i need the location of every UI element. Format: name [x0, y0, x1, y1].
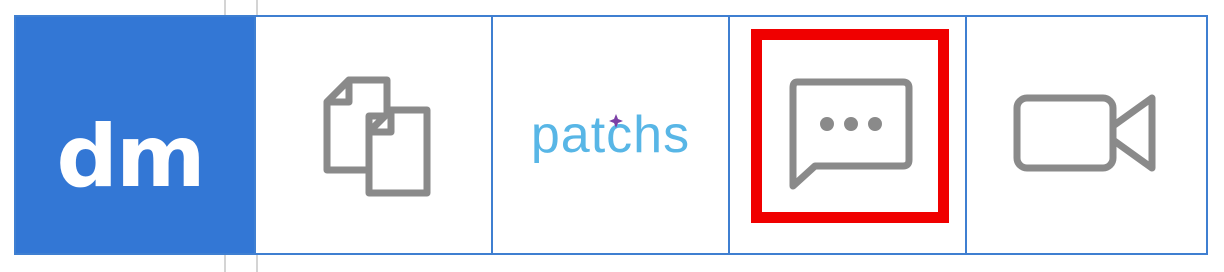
dm-button[interactable]: dm: [16, 17, 256, 253]
patchs-button[interactable]: patchs: [493, 17, 730, 253]
copy-documents-icon: [323, 76, 430, 197]
patchs-dot-icon: [609, 114, 623, 128]
copy-button[interactable]: [256, 17, 493, 253]
chat-button[interactable]: [730, 17, 967, 253]
integration-toolbar: dm patchs: [14, 15, 1208, 255]
video-call-button[interactable]: [967, 17, 1206, 253]
dm-logo-label: dm: [56, 107, 205, 207]
chat-bubble-icon: [789, 78, 912, 189]
screenshot-stage: dm patchs: [0, 0, 1224, 272]
video-camera-icon: [1013, 94, 1155, 172]
